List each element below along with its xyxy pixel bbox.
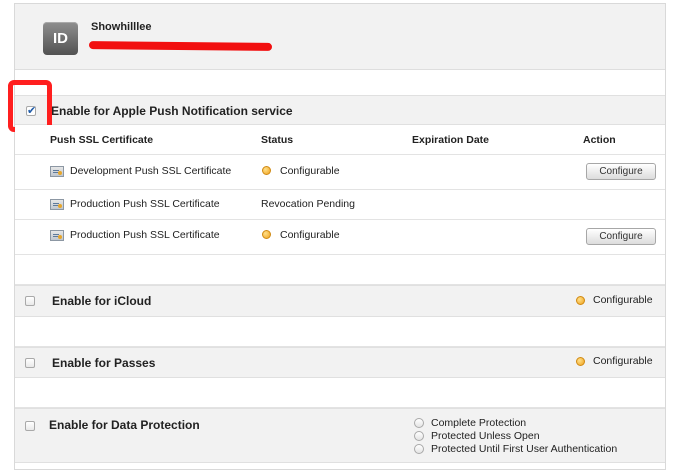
icloud-enable-checkbox[interactable] (25, 296, 35, 306)
data-protection-checkbox[interactable] (25, 421, 35, 431)
certificate-icon (50, 199, 64, 210)
section-spacer (15, 317, 665, 347)
certificate-status: Revocation Pending (261, 198, 355, 210)
certificate-name: Development Push SSL Certificate (70, 165, 232, 177)
certificate-name: Production Push SSL Certificate (70, 229, 220, 241)
certificate-name: Production Push SSL Certificate (70, 198, 220, 210)
radio-label: Complete Protection (431, 417, 527, 429)
data-protection-title: Enable for Data Protection (49, 418, 200, 432)
push-section-header: Enable for Apple Push Notification servi… (15, 95, 665, 125)
radio-label: Protected Unless Open (431, 430, 540, 442)
passes-section-title: Enable for Passes (52, 356, 156, 370)
redaction-mark (88, 41, 273, 51)
certificate-icon (50, 230, 64, 241)
section-spacer (15, 255, 665, 285)
status-dot-icon (576, 357, 585, 366)
status-dot-icon (576, 296, 585, 305)
table-row: Production Push SSL Certificate Configur… (15, 220, 665, 255)
icloud-status: Configurable (593, 294, 653, 306)
radio-label: Protected Until First User Authenticatio… (431, 443, 618, 455)
col-header-action: Action (583, 134, 616, 146)
passes-enable-checkbox[interactable] (25, 358, 35, 368)
table-row: Development Push SSL Certificate Configu… (15, 155, 665, 190)
radio-complete-protection[interactable] (414, 418, 424, 428)
certificate-status: Configurable (280, 229, 340, 241)
col-header-certificate: Push SSL Certificate (50, 134, 154, 146)
passes-section-header: Enable for Passes Configurable (15, 347, 665, 378)
passes-status: Configurable (593, 355, 653, 367)
status-dot-icon (262, 166, 271, 175)
col-header-expiration: Expiration Date (412, 134, 490, 146)
app-id-name: Showhilllee (91, 21, 152, 33)
icloud-section-header: Enable for iCloud Configurable (15, 285, 665, 317)
section-spacer (15, 378, 665, 408)
configure-button[interactable]: Configure (586, 228, 656, 245)
app-id-icon: ID (43, 22, 78, 55)
push-section-title: Enable for Apple Push Notification servi… (51, 104, 293, 118)
data-protection-section: Enable for Data Protection Complete Prot… (15, 408, 665, 463)
col-header-status: Status (261, 134, 294, 146)
certificate-icon (50, 166, 64, 177)
radio-protected-unless-open[interactable] (414, 431, 424, 441)
certificate-status: Configurable (280, 165, 340, 177)
configure-button[interactable]: Configure (586, 163, 656, 180)
app-id-header: ID Showhilllee (15, 4, 665, 70)
radio-protected-until-auth[interactable] (414, 444, 424, 454)
status-dot-icon (262, 230, 271, 239)
icloud-section-title: Enable for iCloud (52, 294, 152, 308)
table-row: Production Push SSL Certificate Revocati… (15, 190, 665, 220)
